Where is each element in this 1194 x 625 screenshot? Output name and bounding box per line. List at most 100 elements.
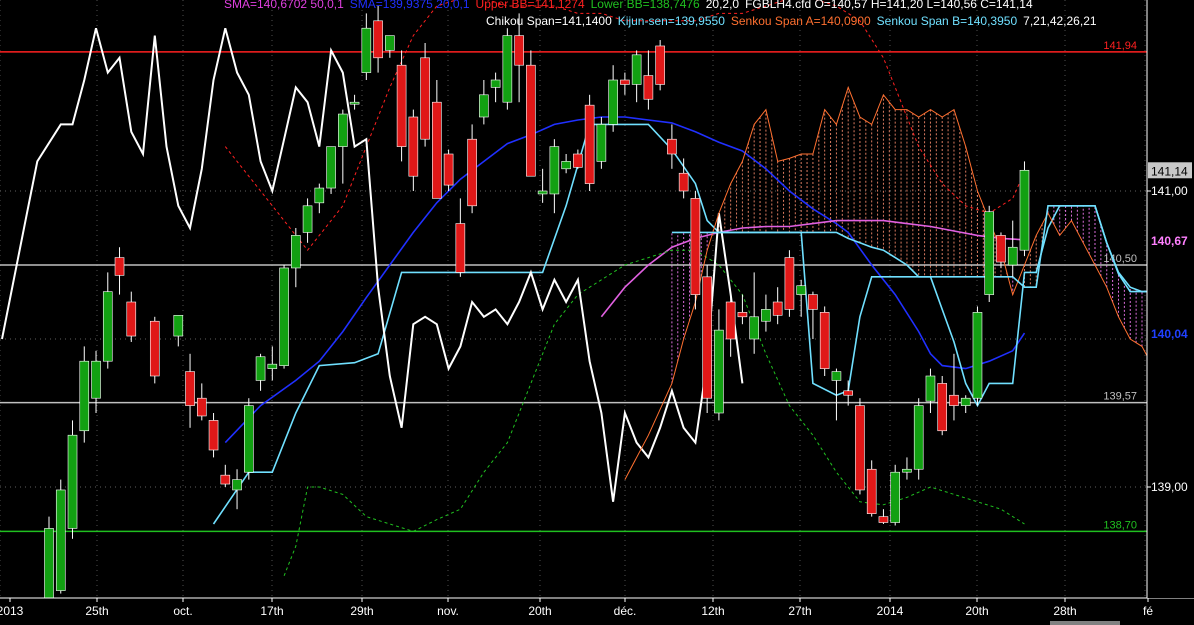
header-item: SMA=139,9375 20,0,1 bbox=[349, 0, 470, 11]
candle-up bbox=[490, 79, 501, 88]
candle-up bbox=[349, 101, 360, 105]
candle-up bbox=[561, 161, 571, 170]
candle-up bbox=[549, 146, 560, 195]
candle-down bbox=[643, 75, 654, 100]
price-level-label: 138,70 bbox=[1103, 519, 1137, 531]
candle-down bbox=[396, 64, 407, 147]
candle-down bbox=[737, 312, 748, 318]
candle-up bbox=[890, 471, 900, 523]
candle-up bbox=[79, 360, 90, 432]
x-tick-label: 17th bbox=[260, 604, 283, 618]
candle-down bbox=[220, 474, 231, 485]
candle-up bbox=[1007, 246, 1018, 266]
candle-down bbox=[432, 101, 442, 199]
indicator-header-line-2: Chikou Span=141,1400 Kijun-sen=139,9550 Se… bbox=[486, 14, 1103, 28]
candle-up bbox=[67, 434, 78, 529]
candle-down bbox=[149, 320, 160, 377]
candle-down bbox=[855, 405, 865, 491]
candle-up bbox=[796, 285, 806, 295]
candle-down bbox=[878, 516, 889, 523]
candle-up bbox=[608, 79, 618, 125]
x-tick-label: 2013 bbox=[0, 604, 24, 618]
candle-up bbox=[831, 371, 842, 381]
x-tick-label: déc. bbox=[614, 604, 637, 618]
x-tick-label: 28th bbox=[1053, 604, 1076, 618]
header-item: 7,21,42,26,21 bbox=[1023, 14, 1097, 28]
y-tick-label: 141,00 bbox=[1151, 184, 1188, 198]
candle-down bbox=[996, 235, 1006, 263]
header-item: Kijun-sen=139,9550 bbox=[617, 14, 725, 28]
candle-down bbox=[949, 394, 959, 406]
candle-down bbox=[584, 104, 595, 184]
candle-down bbox=[843, 390, 853, 396]
candle-down bbox=[420, 57, 430, 140]
candle-down bbox=[196, 397, 207, 417]
candle-up bbox=[960, 397, 971, 406]
candle-up bbox=[596, 124, 607, 162]
y-axis-band bbox=[1147, 0, 1194, 598]
candle-up bbox=[91, 360, 101, 399]
candle-up bbox=[244, 405, 254, 473]
candle-up bbox=[902, 468, 912, 473]
candle-down bbox=[866, 468, 877, 514]
candle-up bbox=[972, 312, 983, 399]
price-tag: 140,04 bbox=[1151, 327, 1188, 341]
candle-down bbox=[208, 420, 219, 451]
scrollbar-thumb bbox=[1050, 621, 1120, 625]
candle-up bbox=[385, 35, 395, 51]
header-item: Senkou Span B=140,3950 bbox=[876, 14, 1018, 28]
header-item: Lower BB=138,7476 bbox=[590, 0, 700, 11]
candle-up bbox=[314, 187, 325, 204]
candle-up bbox=[173, 315, 184, 337]
candle-down bbox=[620, 79, 630, 85]
y-tick-label: 139,00 bbox=[1151, 480, 1188, 494]
candle-down bbox=[772, 301, 783, 316]
candle-down bbox=[467, 138, 477, 207]
candle-down bbox=[667, 138, 677, 155]
candle-down bbox=[408, 116, 419, 177]
candle-up bbox=[232, 479, 242, 491]
price-level-label: 139,57 bbox=[1103, 391, 1137, 403]
x-tick-label: 20th bbox=[528, 604, 551, 618]
candle-down bbox=[185, 371, 195, 406]
candle-up bbox=[102, 291, 113, 362]
candle-up bbox=[326, 146, 336, 189]
candle-up bbox=[925, 375, 936, 402]
price-level-label: 140,50 bbox=[1103, 253, 1137, 265]
candle-down bbox=[808, 294, 818, 310]
header-item: Senkou Span A=140,0900 bbox=[730, 14, 871, 28]
candle-up bbox=[255, 356, 266, 381]
candle-down bbox=[937, 383, 948, 432]
candle-up bbox=[44, 528, 54, 609]
x-tick-label: 2014 bbox=[877, 604, 904, 618]
y-axis: 141,00 139,00 bbox=[1146, 0, 1194, 598]
header-item: SMA=140,6702 50,0,1 bbox=[224, 0, 344, 11]
candle-up bbox=[361, 27, 372, 73]
candle-up bbox=[291, 235, 301, 269]
candle-down bbox=[702, 276, 712, 399]
candle-down bbox=[526, 64, 536, 177]
x-tick-label: 29th bbox=[350, 604, 373, 618]
candle-down bbox=[373, 20, 383, 59]
candle-up bbox=[55, 489, 66, 591]
candle-down bbox=[443, 153, 454, 186]
header-item: Chikou Span=141,1400 bbox=[486, 14, 612, 28]
x-tick-label: 25th bbox=[85, 604, 108, 618]
candle-up bbox=[714, 329, 724, 414]
candle-down bbox=[725, 301, 736, 340]
price-tag: 140,67 bbox=[1151, 234, 1188, 248]
candle-down bbox=[573, 153, 583, 168]
candle-up bbox=[502, 35, 513, 103]
header-item: FGBLH4.cfd O=140,57 H=141,20 L=140,56 C=… bbox=[745, 0, 1033, 11]
candlestick-chart[interactable]: 141,94 140,50 139,57 138,70 2013 25th oct. 17t… bbox=[0, 0, 1194, 625]
candle-down bbox=[784, 257, 795, 310]
candle-down bbox=[655, 45, 665, 85]
candle-down bbox=[514, 35, 524, 66]
candle-up bbox=[761, 309, 771, 322]
indicator-header-line-1: SMA=140,6702 50,0,1 SMA=139,9375 20,0,1 Up… bbox=[224, 0, 1039, 11]
candle-up bbox=[1019, 169, 1030, 251]
x-tick-label: oct. bbox=[173, 604, 192, 618]
candle-up bbox=[267, 363, 278, 369]
candle-up bbox=[913, 405, 924, 470]
x-axis: 2013 25th oct. 17th 29th nov. 20th déc. 12th 27th… bbox=[0, 597, 1194, 625]
